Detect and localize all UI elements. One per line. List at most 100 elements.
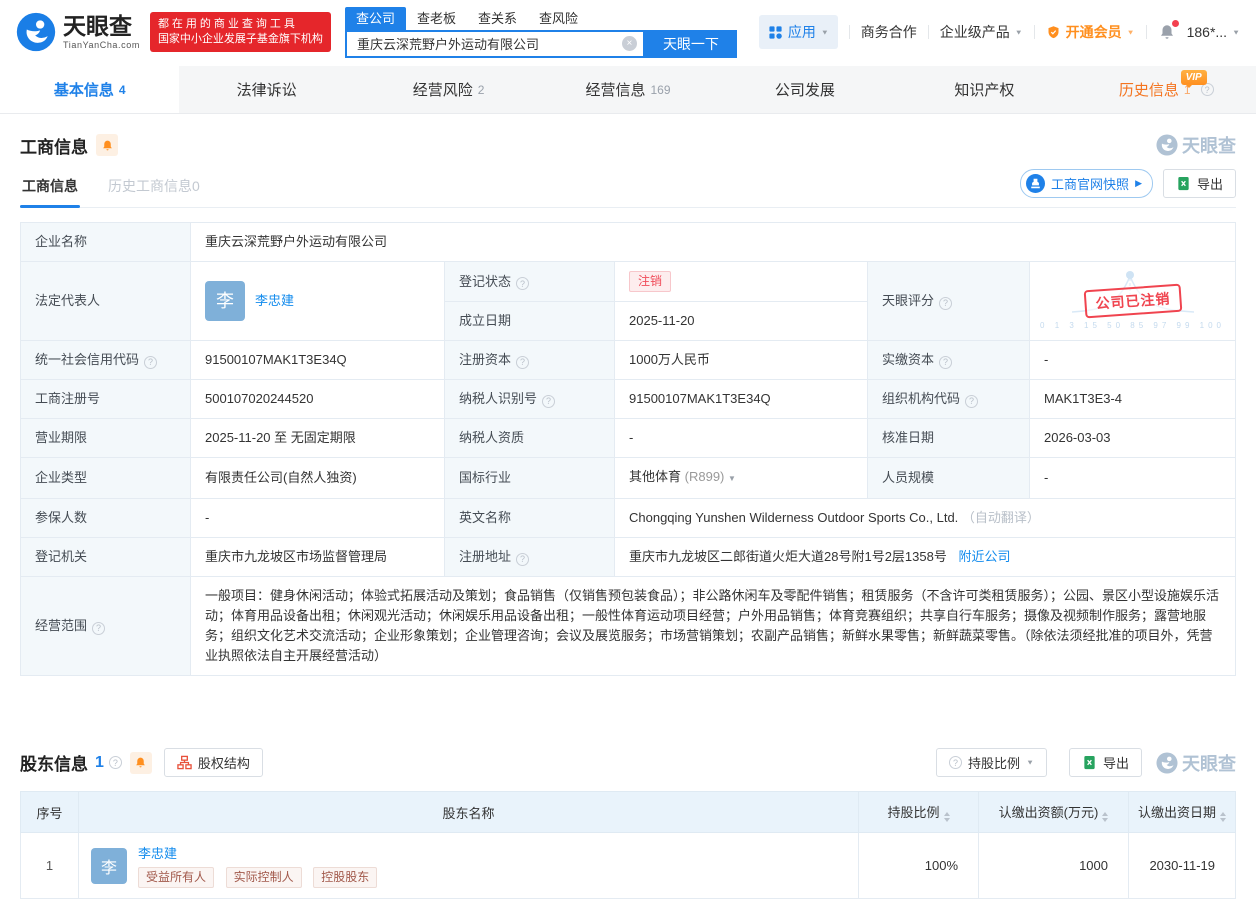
org-chart-icon bbox=[177, 755, 192, 770]
excel-icon bbox=[1084, 755, 1095, 770]
help-icon[interactable]: ? bbox=[144, 355, 158, 369]
tab-intellectual-property[interactable]: 知识产权 bbox=[897, 66, 1076, 113]
shareholder-avatar[interactable]: 李 bbox=[91, 847, 127, 884]
help-icon[interactable]: ? bbox=[542, 394, 556, 408]
shareholder-name-link[interactable]: 李忠建 bbox=[138, 846, 177, 861]
nav-apps[interactable]: 应用 ▼ bbox=[758, 15, 838, 49]
table-row: 登记机关 重庆市九龙坡区市场监督管理局 注册地址? 重庆市九龙坡区二郎街道火炬大… bbox=[20, 537, 1236, 577]
nav-cooperation[interactable]: 商务合作 bbox=[861, 22, 917, 42]
notification-bell[interactable] bbox=[1158, 20, 1179, 41]
export-button[interactable]: 导出 bbox=[1162, 169, 1236, 198]
divider bbox=[848, 25, 850, 39]
vip-shield-icon bbox=[1048, 25, 1059, 38]
sort-icon[interactable] bbox=[1220, 812, 1226, 822]
search-tabs: 查公司 查老板 查关系 查风险 bbox=[344, 6, 737, 30]
monitor-bell-button[interactable] bbox=[129, 751, 152, 774]
help-icon[interactable]: ? bbox=[516, 355, 530, 369]
col-header-ratio[interactable]: 持股比例 bbox=[858, 791, 979, 833]
chevron-down-icon: ▼ bbox=[1026, 758, 1034, 767]
tab-basic-info[interactable]: 基本信息 4 bbox=[0, 66, 180, 113]
tianyancha-logo[interactable]: 天眼查 TianYanCha.com bbox=[16, 12, 140, 52]
search-button[interactable]: 天眼一下 bbox=[644, 29, 737, 58]
equity-structure-button[interactable]: 股权结构 bbox=[163, 748, 263, 777]
ratio-dropdown-button[interactable]: ? 持股比例 ▼ bbox=[936, 748, 1047, 777]
table-row: 经营范围? 一般项目：健身休闲活动；体验式拓展活动及策划；食品销售（仅销售预包装… bbox=[20, 576, 1236, 676]
tab-company-development[interactable]: 公司发展 bbox=[718, 66, 897, 113]
brand-domain: TianYanCha.com bbox=[63, 40, 140, 51]
amount-value: 1000 bbox=[978, 832, 1129, 899]
ratio-value: 100% bbox=[858, 832, 979, 899]
subtab-history-business-info[interactable]: 历史工商信息0 bbox=[106, 168, 202, 207]
est-date-value: 2025-11-20 bbox=[614, 301, 868, 341]
taxpayer-id-value: 91500107MAK1T3E34Q bbox=[614, 379, 868, 419]
bell-icon bbox=[136, 757, 146, 768]
reg-number-value: 500107020244520 bbox=[190, 379, 445, 419]
search-tab-company[interactable]: 查公司 bbox=[344, 6, 406, 30]
row-index: 1 bbox=[20, 832, 79, 899]
divider bbox=[1145, 25, 1147, 39]
help-icon[interactable]: ? bbox=[108, 756, 122, 769]
help-icon[interactable]: ? bbox=[516, 552, 530, 566]
tianyancha-watermark: 天眼查 bbox=[1156, 750, 1236, 776]
subtab-business-info[interactable]: 工商信息 bbox=[20, 168, 80, 208]
help-icon[interactable]: ? bbox=[92, 621, 106, 635]
nav-user[interactable]: 186*... ▼ bbox=[1187, 24, 1240, 40]
table-row: 统一社会信用代码? 91500107MAK1T3E34Q 注册资本? 1000万… bbox=[20, 340, 1236, 380]
tab-history-info[interactable]: VIP 历史信息 1 ? bbox=[1077, 66, 1256, 113]
help-icon[interactable]: ? bbox=[939, 296, 953, 310]
date-value: 2030-11-19 bbox=[1128, 832, 1236, 899]
field-label: 参保人数 bbox=[20, 498, 191, 538]
official-snapshot-button[interactable]: 工商官网快照 ▶ bbox=[1020, 169, 1153, 198]
table-header-row: 序号 股东名称 持股比例 认缴出资额(万元) 认缴出资日期 bbox=[20, 791, 1236, 833]
col-header-date[interactable]: 认缴出资日期 bbox=[1128, 791, 1236, 833]
notification-dot bbox=[1171, 20, 1179, 27]
tag-controlling-shareholder: 控股股东 bbox=[313, 867, 378, 888]
sort-icon[interactable] bbox=[1102, 812, 1109, 822]
search-tab-boss[interactable]: 查老板 bbox=[406, 7, 467, 30]
business-scope-value: 一般项目：健身休闲活动；体验式拓展活动及策划；食品销售（仅销售预包装食品）；非公… bbox=[190, 576, 1236, 676]
field-label: 企业类型 bbox=[20, 457, 191, 499]
col-header-amount[interactable]: 认缴出资额(万元) bbox=[978, 791, 1129, 833]
divider bbox=[927, 25, 929, 39]
tag-beneficial-owner: 受益所有人 bbox=[138, 867, 215, 888]
search-tab-relation[interactable]: 查关系 bbox=[467, 7, 528, 30]
vip-badge: VIP bbox=[1180, 70, 1207, 88]
biz-term-value: 2025-11-20 至 无固定期限 bbox=[190, 418, 445, 458]
divider bbox=[1033, 25, 1035, 39]
help-icon[interactable]: ? bbox=[965, 394, 979, 408]
nav-membership[interactable]: 开通会员 ▼ bbox=[1046, 22, 1135, 42]
chevron-down-icon: ▼ bbox=[1232, 28, 1240, 36]
company-name-value: 重庆云深荒野户外运动有限公司 bbox=[190, 222, 1236, 262]
help-icon: ? bbox=[949, 756, 963, 769]
section-title-shareholders: 股东信息 bbox=[20, 755, 88, 774]
monitor-bell-button[interactable] bbox=[96, 134, 118, 156]
help-icon[interactable]: ? bbox=[516, 277, 530, 290]
legal-rep-link[interactable]: 李忠建 bbox=[255, 291, 294, 311]
insured-value: - bbox=[190, 498, 445, 538]
apps-grid-icon bbox=[769, 25, 782, 39]
tab-operating-risk[interactable]: 经营风险 2 bbox=[359, 66, 538, 113]
search-input[interactable] bbox=[346, 36, 643, 51]
field-label: 人员规模 bbox=[867, 457, 1030, 499]
legal-rep-avatar[interactable]: 李 bbox=[205, 281, 245, 321]
shareholder-row: 1 李 李忠建 受益所有人 实际控制人 控股股东 100% 1000 2030-… bbox=[20, 832, 1236, 899]
field-label: 工商注册号 bbox=[20, 379, 191, 419]
shareholders-count: 1 bbox=[95, 753, 104, 771]
promo-line1: 都在用的商业查询工具 bbox=[157, 18, 298, 30]
export-button[interactable]: 导出 bbox=[1068, 748, 1142, 777]
search-tab-risk[interactable]: 查风险 bbox=[528, 7, 589, 30]
tianyancha-logo-icon bbox=[1156, 134, 1178, 156]
help-icon[interactable]: ? bbox=[939, 355, 953, 369]
sort-icon[interactable] bbox=[943, 812, 950, 822]
chevron-down-icon[interactable]: ▼ bbox=[728, 474, 736, 483]
industry-code: (R899) bbox=[684, 469, 725, 484]
clear-search-icon[interactable]: × bbox=[621, 36, 637, 51]
tab-legal[interactable]: 法律诉讼 bbox=[179, 66, 358, 113]
top-nav: 应用 ▼ 商务合作 企业级产品 ▼ 开通会员 ▼ 186*... ▼ bbox=[758, 15, 1240, 49]
field-label: 法定代表人 bbox=[20, 261, 191, 341]
nav-enterprise[interactable]: 企业级产品 ▼ bbox=[940, 22, 1023, 42]
nearby-companies-link[interactable]: 附近公司 bbox=[958, 549, 1010, 564]
industry-value[interactable]: 其他体育 (R899) ▼ bbox=[614, 457, 868, 499]
auto-translate-note: （自动翻译） bbox=[961, 510, 1040, 525]
tab-operating-info[interactable]: 经营信息 169 bbox=[538, 66, 717, 113]
